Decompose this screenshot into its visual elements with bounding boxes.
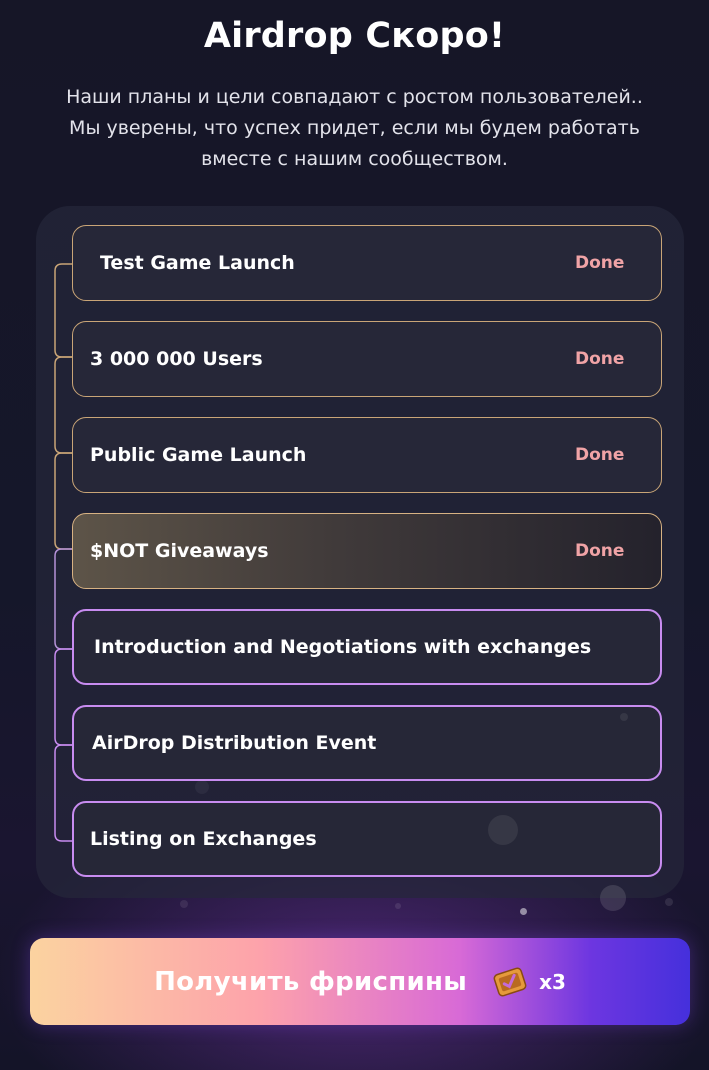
roadmap-item-current: $NOT Giveaways Done [72, 513, 662, 589]
subtitle-line: Мы уверены, что успех придет, если мы бу… [69, 117, 640, 139]
roadmap-item-status: Done [575, 349, 625, 369]
roadmap-item-status: Done [575, 253, 625, 273]
roadmap-item: Public Game Launch Done [72, 417, 662, 493]
subtitle-line: вместе с нашим сообществом. [201, 148, 508, 170]
roadmap-item: 3 000 000 Users Done [72, 321, 662, 397]
roadmap-item-label: Public Game Launch [90, 444, 307, 466]
particle [488, 815, 518, 845]
particle [195, 780, 209, 794]
get-freespins-label: Получить фриспины [154, 966, 468, 997]
roadmap-item-status: Done [575, 541, 625, 561]
particle [180, 900, 188, 908]
particle [620, 713, 628, 721]
roadmap-item-label: $NOT Giveaways [90, 540, 269, 562]
roadmap-item-label: Listing on Exchanges [90, 828, 317, 850]
roadmap-item: Test Game Launch Done [72, 225, 662, 301]
ticket-icon [491, 963, 529, 1001]
roadmap-item-label: Test Game Launch [100, 252, 295, 274]
page-title: Airdrop Скоро! [203, 16, 506, 56]
page-subtitle: Наши планы и цели совпадают с ростом пол… [40, 82, 669, 175]
particle [665, 898, 673, 906]
particle [600, 885, 626, 911]
subtitle-line: Наши планы и цели совпадают с ростом пол… [66, 86, 643, 108]
roadmap-item: Introduction and Negotiations with excha… [72, 609, 662, 685]
roadmap-item: AirDrop Distribution Event [72, 705, 662, 781]
particle [395, 903, 401, 909]
roadmap-item-label: 3 000 000 Users [90, 348, 263, 370]
freespins-multiplier: x3 [539, 969, 566, 994]
roadmap-item-label: Introduction and Negotiations with excha… [94, 636, 592, 658]
roadmap-item: Listing on Exchanges [72, 801, 662, 877]
roadmap-item-label: AirDrop Distribution Event [92, 732, 377, 754]
particle [520, 908, 527, 915]
roadmap-item-status: Done [575, 445, 625, 465]
get-freespins-button[interactable]: Получить фриспины x3 [30, 938, 690, 1025]
